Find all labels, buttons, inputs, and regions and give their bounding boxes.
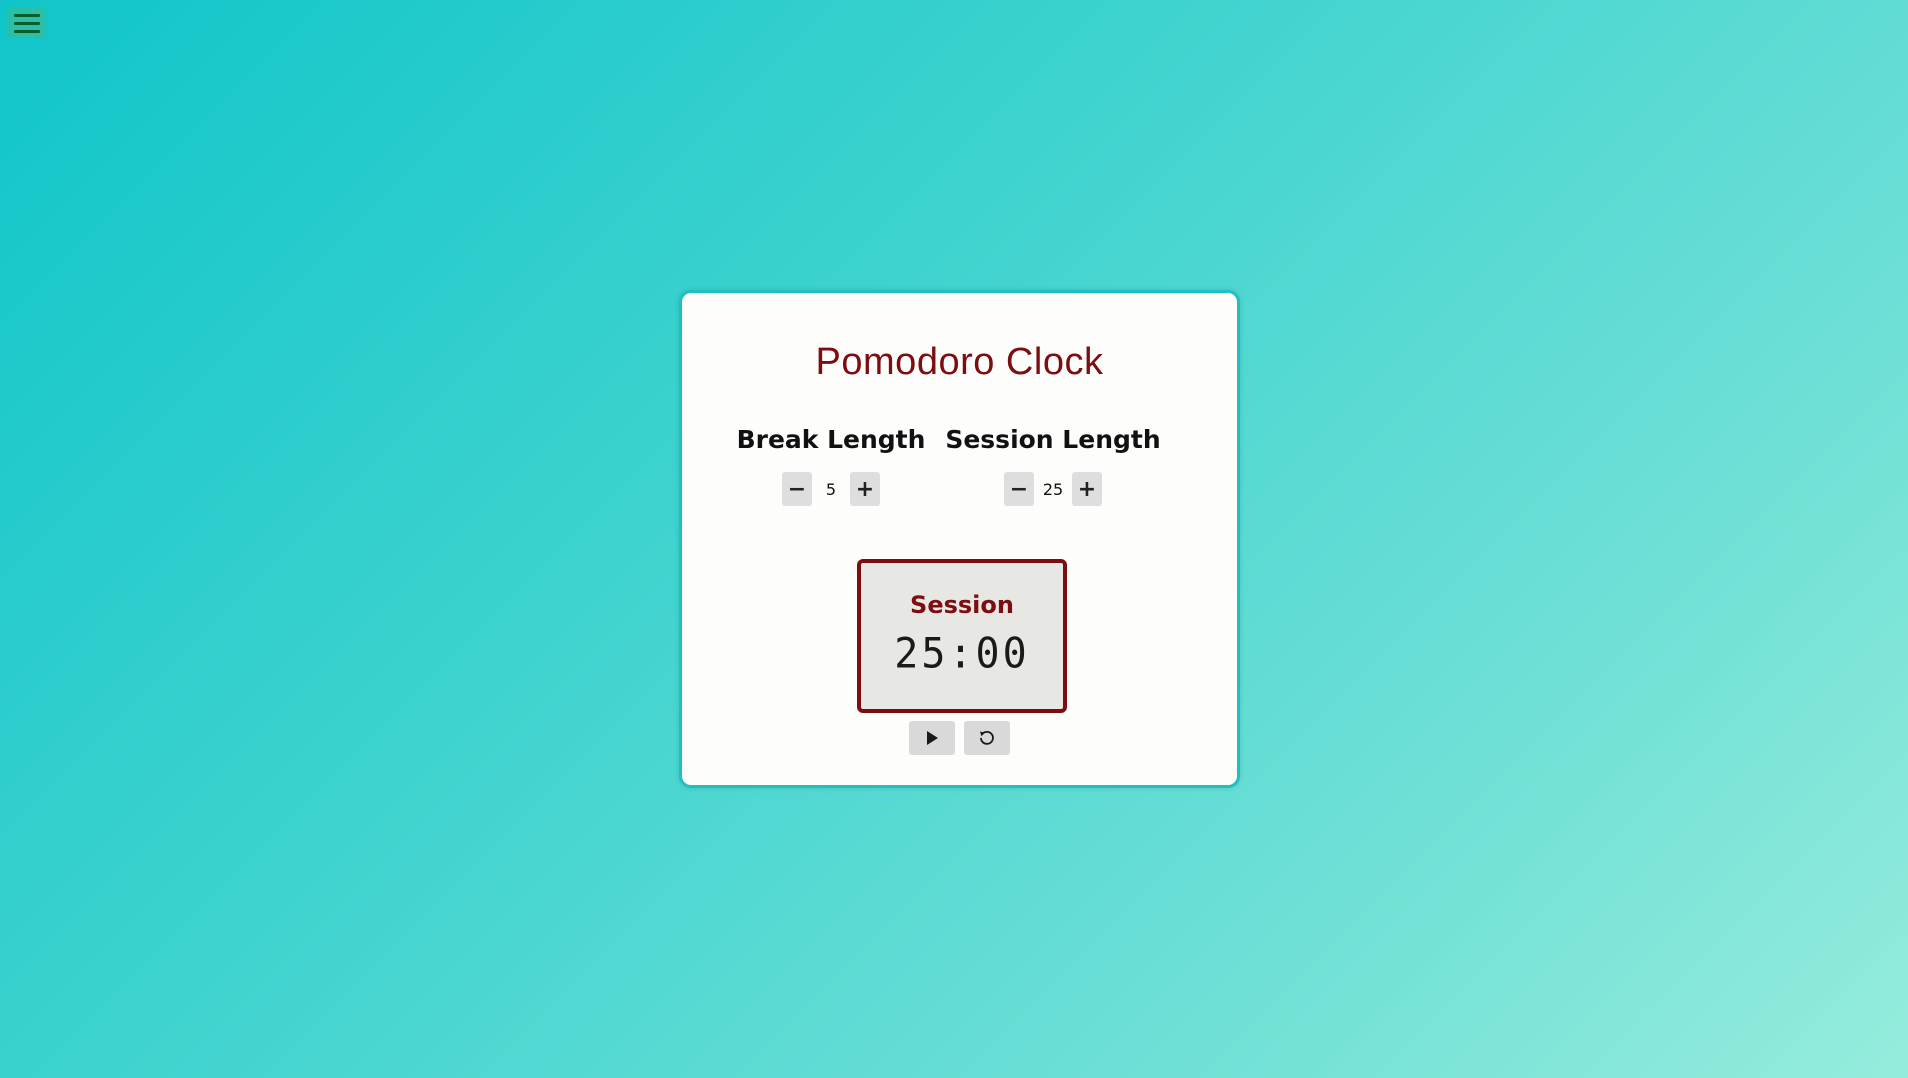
reset-icon (980, 730, 994, 745)
start-stop-button[interactable] (909, 721, 955, 755)
page-title: Pomodoro Clock (815, 341, 1104, 383)
play-icon (927, 731, 938, 745)
session-decrement-button[interactable]: − (1004, 472, 1034, 506)
hamburger-menu-icon-line (14, 13, 40, 17)
reset-button[interactable] (964, 721, 1010, 755)
session-length-control: Session Length − 25 + (933, 425, 1173, 506)
session-length-stepper: − 25 + (933, 472, 1173, 506)
break-length-label: Break Length (736, 425, 926, 454)
minus-icon: − (787, 476, 807, 502)
pomodoro-card: Pomodoro Clock Break Length − 5 + Sessio… (679, 290, 1240, 788)
minus-icon: − (1009, 476, 1029, 502)
hamburger-menu-icon-line (14, 29, 40, 33)
break-increment-button[interactable]: + (850, 472, 880, 506)
timer-display: Session 25:00 (857, 559, 1067, 713)
break-length-value: 5 (825, 479, 837, 499)
timer-label: Session (910, 591, 1014, 619)
time-left: 25:00 (894, 629, 1030, 679)
timer-actions (682, 721, 1237, 755)
break-length-control: Break Length − 5 + (711, 425, 951, 506)
session-length-value: 25 (1042, 479, 1064, 499)
break-length-stepper: − 5 + (711, 472, 951, 506)
menu-button[interactable] (8, 8, 46, 38)
hamburger-menu-icon-line (14, 21, 40, 25)
session-length-label: Session Length (945, 425, 1161, 454)
plus-icon: + (855, 476, 875, 502)
break-decrement-button[interactable]: − (782, 472, 812, 506)
session-increment-button[interactable]: + (1072, 472, 1102, 506)
plus-icon: + (1077, 476, 1097, 502)
